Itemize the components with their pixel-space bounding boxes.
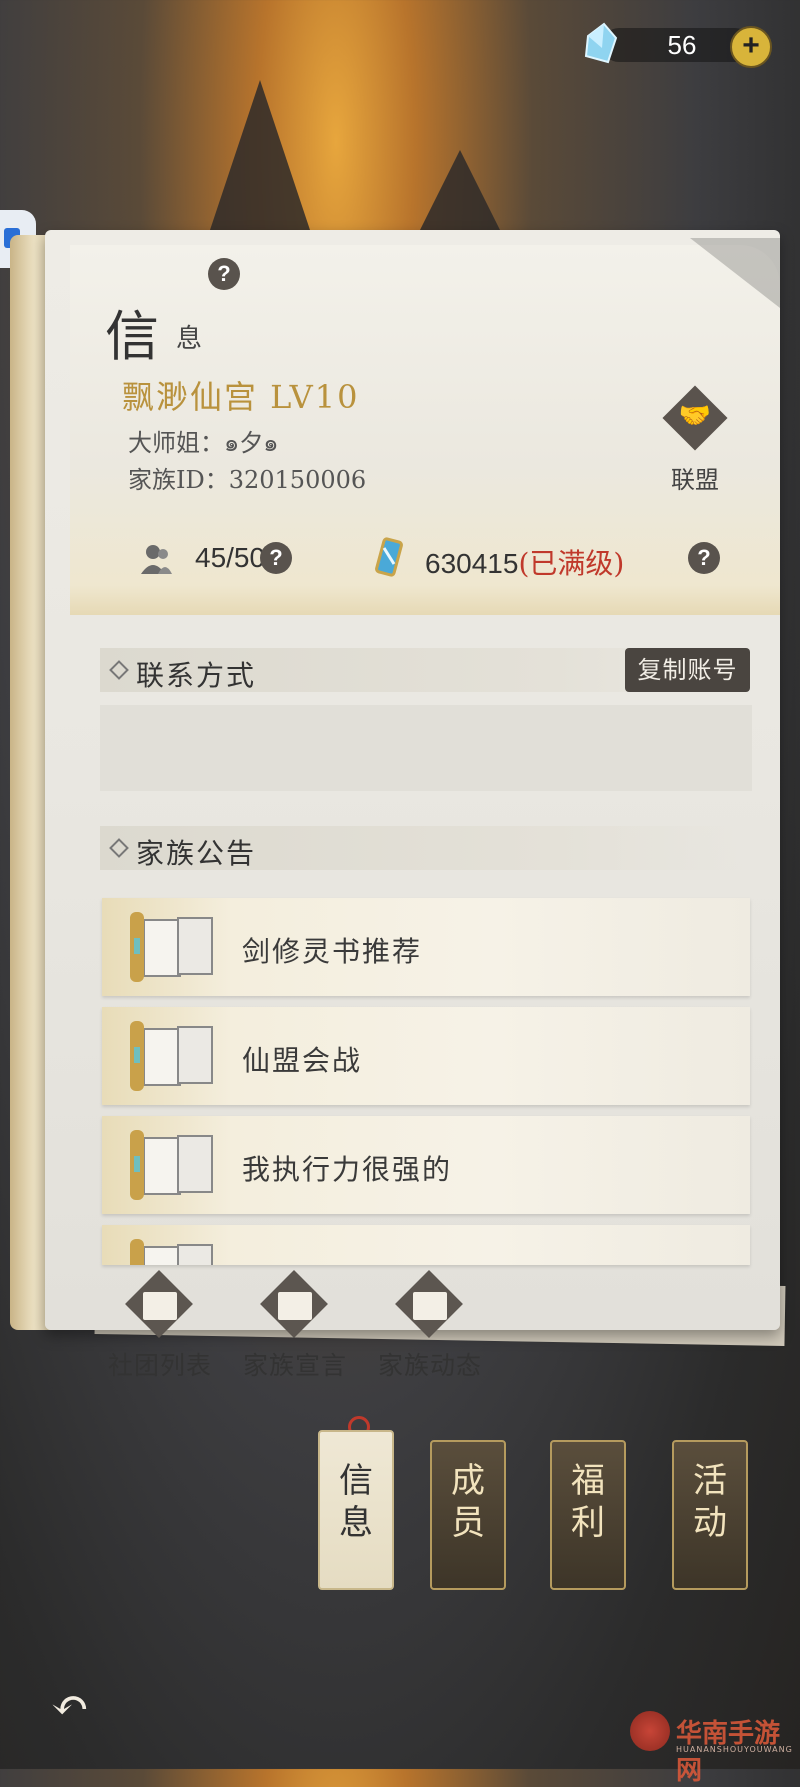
announcement-title: 仙盟会战 — [242, 1044, 363, 1077]
announcement-title: 我执行力很强的 — [242, 1153, 453, 1186]
info-help-icon[interactable]: ? — [208, 258, 240, 290]
clan-leader: 大师姐：๑夕๑ — [128, 429, 279, 457]
declaration-label: 家族宣言 — [242, 1351, 347, 1380]
members-help-icon[interactable]: ? — [260, 542, 292, 574]
clan-list-icon — [143, 1292, 177, 1320]
clan-funds-value: 630415 — [425, 548, 519, 579]
currency-display: 56 + — [580, 22, 775, 68]
open-book-icon — [130, 1239, 213, 1265]
member-count: 45/50 — [195, 542, 266, 573]
activity-log-button[interactable]: 家族动态 — [365, 1270, 495, 1380]
watermark-subtext: HUANANSHOUYOUWANG — [676, 1745, 793, 1754]
diamond-bullet-icon — [109, 838, 129, 858]
site-watermark: 华南手游网 HUANANSHOUYOUWANG — [630, 1705, 795, 1786]
members-icon — [141, 545, 172, 574]
clan-funds-status: (已满级) — [518, 547, 625, 580]
declaration-icon — [278, 1292, 312, 1320]
tab-label: 福利 — [571, 1461, 605, 1543]
tab-welfare[interactable]: 福利 — [550, 1440, 626, 1590]
activity-log-icon — [413, 1292, 447, 1320]
announcement-item[interactable]: 剑修灵书推荐 — [102, 898, 750, 996]
back-arrow-icon[interactable]: ↶ — [40, 1680, 100, 1730]
activity-log-label: 家族动态 — [377, 1351, 482, 1380]
page-title-suffix: 息 — [176, 324, 203, 354]
clan-stats: 45/50 ? 630415(已满级) ? — [140, 537, 740, 582]
currency-count: 56 — [667, 30, 697, 60]
open-book-icon — [130, 1130, 213, 1200]
alliance-button[interactable]: 🤝 联盟 — [660, 385, 730, 495]
clan-funds-icon — [375, 537, 403, 577]
contact-section-title: 联系方式 — [136, 659, 257, 692]
clan-list-button[interactable]: 社团列表 — [95, 1270, 225, 1380]
announcement-item[interactable]: 我执行力很强的 — [102, 1116, 750, 1214]
clan-name: 飘渺仙宫 LV10 — [122, 378, 360, 416]
crystal-gem-icon — [584, 22, 618, 64]
funds-help-icon[interactable]: ? — [688, 542, 720, 574]
clan-list-label: 社团列表 — [107, 1351, 212, 1380]
tab-members[interactable]: 成员 — [430, 1440, 506, 1590]
tab-label: 信息 — [339, 1461, 373, 1543]
contact-info-box — [100, 705, 752, 791]
alliance-label: 联盟 — [671, 466, 719, 494]
announcement-item[interactable] — [102, 1225, 750, 1265]
open-book-icon — [130, 912, 213, 982]
tab-label: 活动 — [693, 1461, 727, 1543]
add-currency-button[interactable]: + — [730, 26, 772, 68]
clan-id: 家族ID：320150006 — [128, 466, 367, 494]
watermark-logo-icon — [630, 1711, 670, 1751]
announcement-item[interactable]: 仙盟会战 — [102, 1007, 750, 1105]
page-title: 信 — [105, 305, 161, 368]
handshake-icon: 🤝 — [678, 401, 712, 431]
clan-funds: 630415(已满级) — [425, 542, 624, 582]
copy-account-button[interactable]: 复制账号 — [625, 648, 750, 692]
tab-label: 成员 — [451, 1461, 485, 1543]
declaration-button[interactable]: 家族宣言 — [230, 1270, 360, 1380]
open-book-icon — [130, 1021, 213, 1091]
announcement-section-title: 家族公告 — [136, 837, 257, 870]
tab-events[interactable]: 活动 — [672, 1440, 748, 1590]
announcement-title: 剑修灵书推荐 — [242, 935, 423, 968]
diamond-bullet-icon — [109, 660, 129, 680]
tab-info[interactable]: 信息 — [318, 1416, 394, 1590]
announcement-section-header: 家族公告 — [100, 826, 750, 870]
page-fold-corner — [690, 238, 780, 308]
